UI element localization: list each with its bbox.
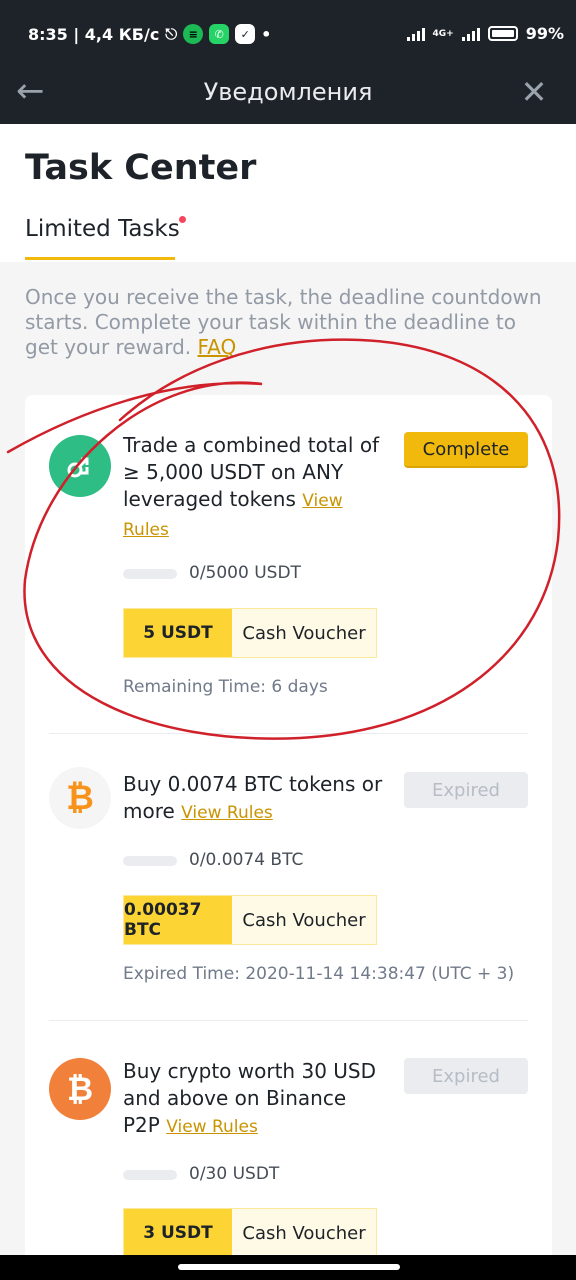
status-time: 8:35 | 4,4 КБ/с	[28, 24, 160, 44]
whatsapp-icon: ✆	[209, 24, 230, 44]
reward-amount: 3 USDT	[124, 1209, 232, 1257]
task-list: Trade a combined total of ≥ 5,000 USDT o…	[25, 395, 552, 1280]
battery-icon	[487, 26, 518, 41]
divider	[49, 733, 528, 734]
complete-button[interactable]: Complete	[404, 432, 528, 468]
task-title: Buy crypto worth 30 USD and above on Bin…	[123, 1059, 377, 1137]
view-rules-link[interactable]: View Rules	[181, 803, 273, 823]
home-gesture-pill[interactable]	[178, 1264, 400, 1270]
system-nav-bar	[0, 1255, 576, 1280]
expired-time: Expired Time: 2020-11-14 14:38:47 (UTC +…	[123, 964, 515, 984]
check-app-icon: ✓	[235, 24, 256, 44]
reward-amount: 0.00037 BTC	[124, 896, 232, 944]
reward-type: Cash Voucher	[232, 1209, 376, 1257]
headphones-icon: ⎋	[165, 25, 178, 43]
progress-bar	[123, 569, 177, 579]
app-bar: ← Уведомления ✕	[0, 62, 576, 124]
dot-icon: •	[261, 24, 272, 44]
progress-text: 0/5000 USDT	[189, 563, 301, 583]
remaining-time: Remaining Time: 6 days	[123, 677, 328, 697]
reward-badge: 0.00037 BTC Cash Voucher	[123, 895, 377, 945]
network-type: 4G+	[432, 28, 454, 39]
leveraged-token-icon	[49, 435, 111, 497]
reward-amount: 5 USDT	[124, 609, 232, 657]
task-title: Trade a combined total of ≥ 5,000 USDT o…	[123, 433, 380, 540]
progress-text: 0/30 USDT	[189, 1164, 280, 1184]
task-center-header: Task Center Limited Tasks	[0, 124, 576, 262]
tab-underline	[25, 257, 175, 260]
tab-limited-tasks[interactable]: Limited Tasks	[25, 216, 180, 242]
reward-badge: 3 USDT Cash Voucher	[123, 1208, 377, 1258]
app-bar-title: Уведомления	[203, 78, 373, 106]
reward-type: Cash Voucher	[232, 609, 376, 657]
close-icon[interactable]: ✕	[514, 72, 554, 112]
status-bar: 8:35 | 4,4 КБ/с ⎋ ≡ ✆ ✓ • 4G+ 99%	[0, 0, 576, 62]
bitcoin-icon: ₿	[49, 1058, 111, 1120]
expired-button[interactable]: Expired	[404, 772, 528, 808]
task-title: Buy 0.0074 BTC tokens or more View Rules	[123, 772, 383, 823]
view-rules-link[interactable]: View Rules	[166, 1117, 258, 1137]
progress-bar	[123, 856, 177, 866]
battery-level: 99%	[525, 24, 564, 43]
bitcoin-icon: ₿	[49, 767, 111, 829]
divider	[49, 1020, 528, 1021]
reward-badge: 5 USDT Cash Voucher	[123, 608, 377, 658]
faq-link[interactable]: FAQ	[198, 335, 237, 359]
info-text: Once you receive the task, the deadline …	[25, 285, 542, 359]
page-title: Task Center	[25, 148, 257, 188]
progress-bar	[123, 1170, 177, 1180]
reward-type: Cash Voucher	[232, 896, 376, 944]
notification-dot	[179, 216, 186, 223]
signal-icon-2	[461, 27, 480, 41]
expired-button[interactable]: Expired	[404, 1058, 528, 1094]
progress-text: 0/0.0074 BTC	[189, 850, 304, 870]
spotify-icon: ≡	[183, 24, 204, 44]
signal-icon	[406, 27, 425, 41]
